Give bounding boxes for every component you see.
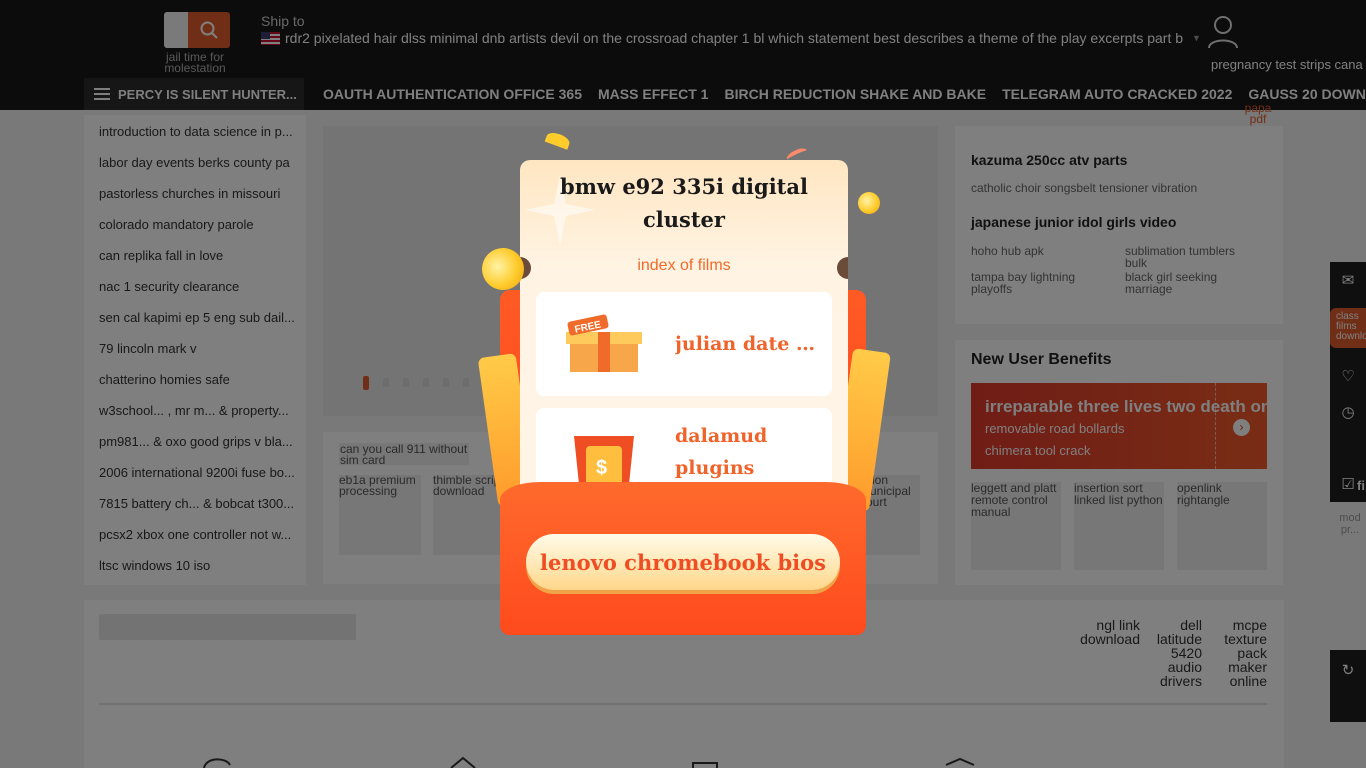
offer-card[interactable]: $ dalamud plugins update [536, 408, 832, 492]
modal-title: bmw e92 335i digital cluster [560, 174, 808, 232]
coin-icon [858, 192, 880, 214]
confetti-icon [544, 130, 572, 150]
svg-text:$: $ [596, 457, 607, 479]
claim-button[interactable]: lenovo chromebook bios [526, 534, 840, 590]
modal-subtitle: index of films [637, 257, 731, 274]
offer-text: julian date c... [675, 333, 825, 355]
offer-card[interactable]: FREE julian date c... [536, 292, 832, 396]
gift-box-icon: FREE [566, 314, 642, 372]
coupon-modal: bmw e92 335i digital cluster index of fi… [476, 130, 891, 640]
